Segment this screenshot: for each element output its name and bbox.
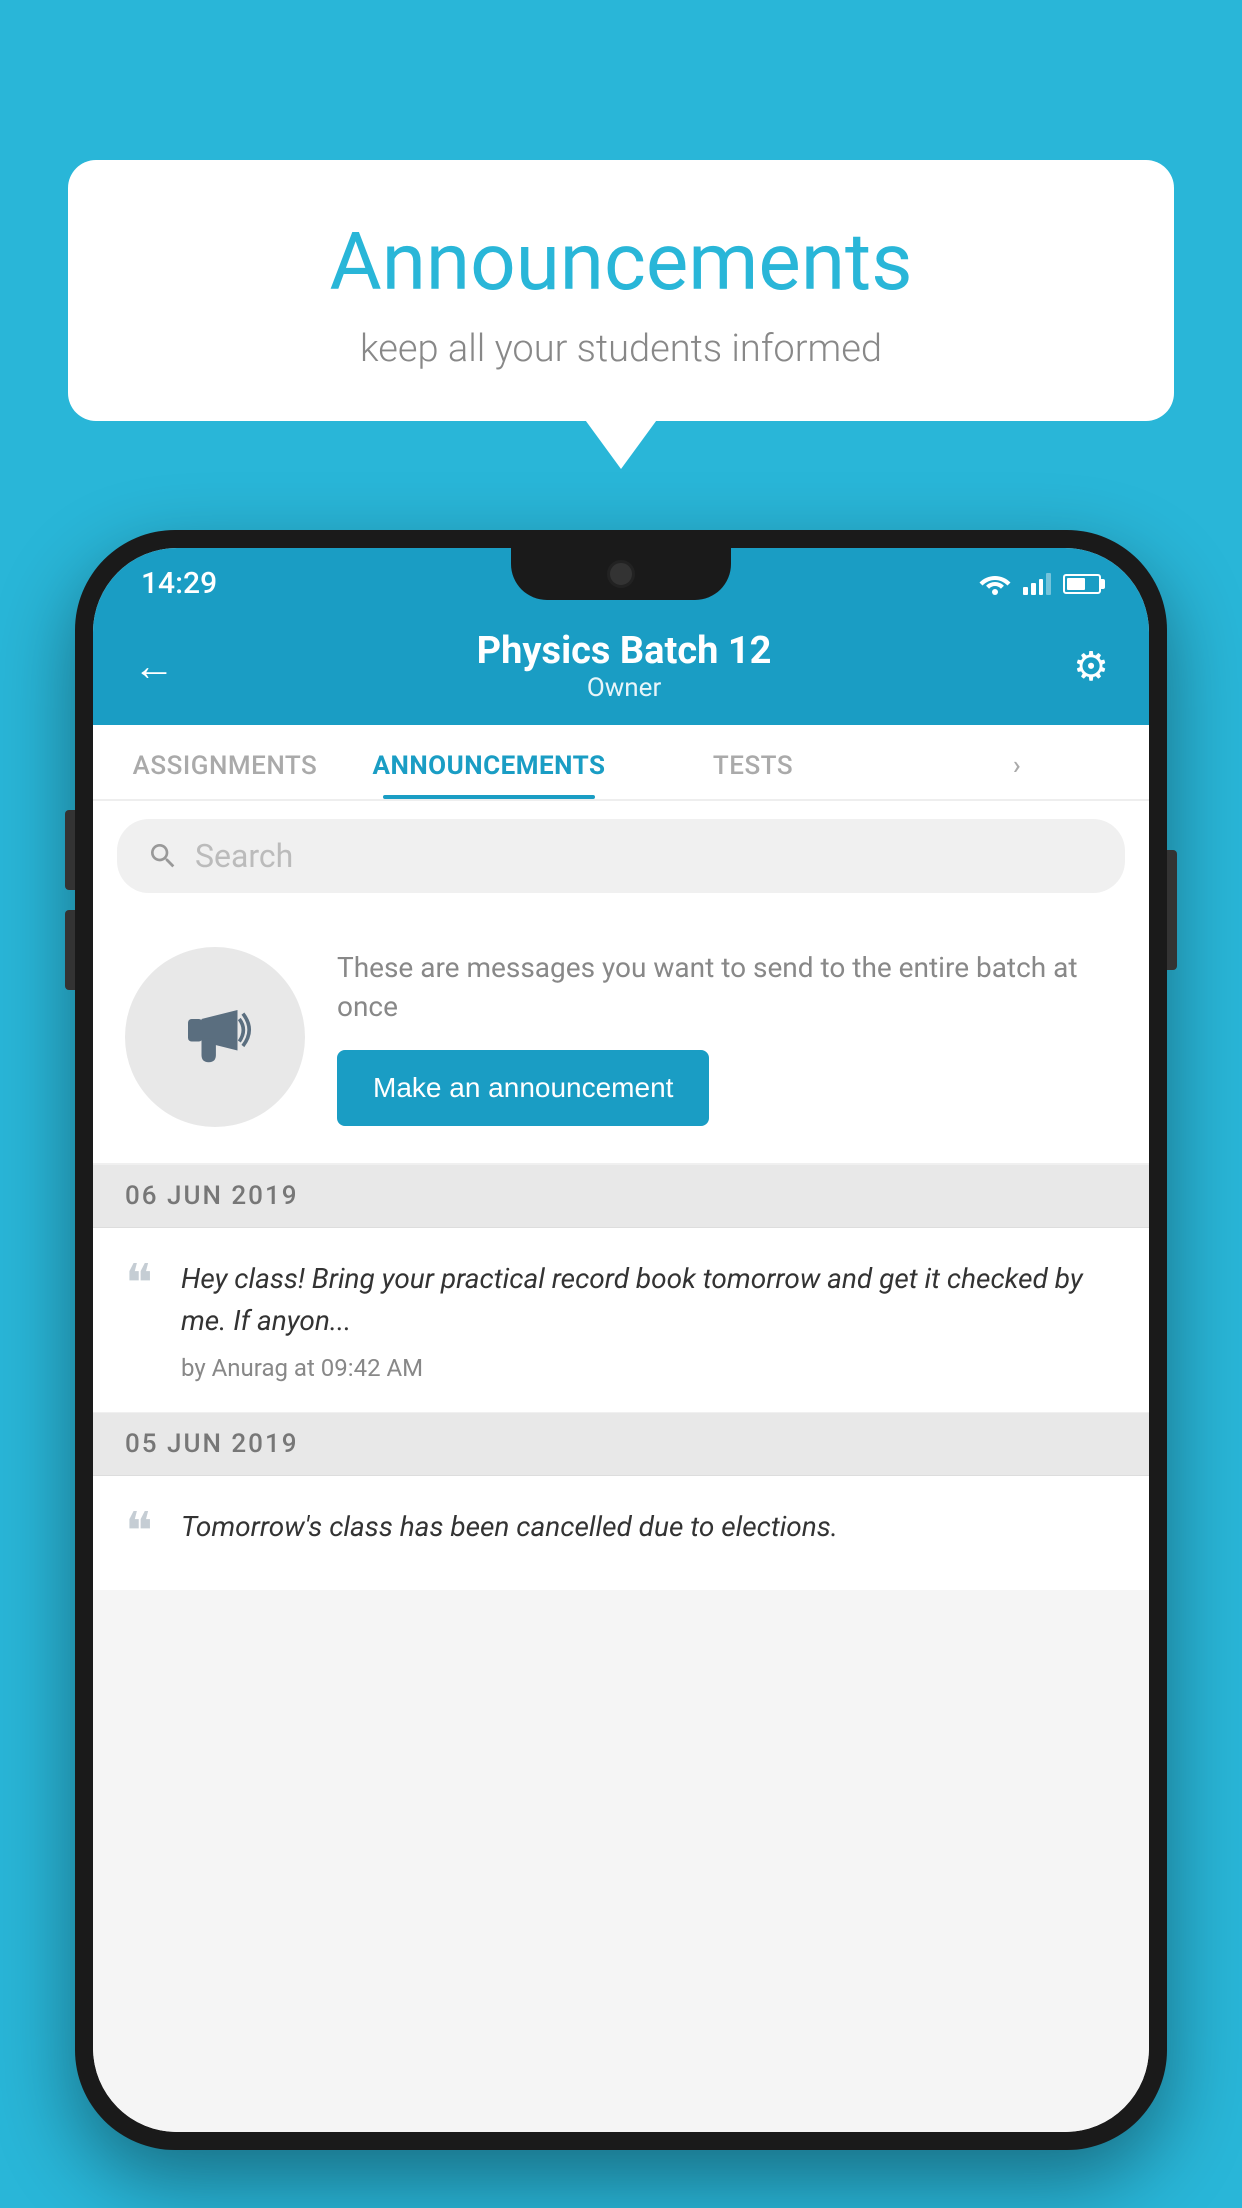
volume-down-button [65, 910, 75, 990]
announcement-text-2: Tomorrow's class has been cancelled due … [181, 1506, 1117, 1548]
settings-button[interactable]: ⚙ [1073, 643, 1109, 690]
app-header: ← Physics Batch 12 Owner ⚙ [93, 611, 1149, 725]
status-time: 14:29 [141, 566, 217, 601]
quote-icon-1: ❝ [125, 1264, 153, 1306]
announcement-item-1[interactable]: ❝ Hey class! Bring your practical record… [93, 1228, 1149, 1413]
speech-bubble-title: Announcements [128, 215, 1114, 309]
wifi-icon [979, 572, 1011, 596]
announcement-meta-1: by Anurag at 09:42 AM [181, 1354, 1117, 1382]
tab-assignments[interactable]: ASSIGNMENTS [93, 725, 357, 799]
search-placeholder: Search [195, 837, 293, 875]
search-bar-wrap: Search [93, 801, 1149, 911]
promo-block: These are messages you want to send to t… [93, 911, 1149, 1165]
phone-notch [511, 548, 731, 600]
megaphone-icon [170, 992, 260, 1082]
phone-outer: 14:29 [75, 530, 1167, 2150]
battery-fill [1067, 578, 1085, 590]
promo-icon-circle [125, 947, 305, 1127]
volume-up-button [65, 810, 75, 890]
front-camera [607, 560, 635, 588]
battery-icon [1063, 574, 1101, 594]
announcement-content-2: Tomorrow's class has been cancelled due … [181, 1506, 1117, 1560]
batch-subtitle: Owner [477, 673, 772, 703]
tab-announcements[interactable]: ANNOUNCEMENTS [357, 725, 621, 799]
promo-description: These are messages you want to send to t… [337, 948, 1117, 1026]
announcement-text-1: Hey class! Bring your practical record b… [181, 1258, 1117, 1342]
power-button [1167, 850, 1177, 970]
speech-bubble-container: Announcements keep all your students inf… [68, 160, 1174, 421]
announcement-content-1: Hey class! Bring your practical record b… [181, 1258, 1117, 1382]
promo-content: These are messages you want to send to t… [337, 948, 1117, 1126]
phone-mockup: 14:29 [75, 530, 1167, 2150]
back-button[interactable]: ← [133, 642, 175, 691]
tab-tests[interactable]: TESTS [621, 725, 885, 799]
speech-bubble: Announcements keep all your students inf… [68, 160, 1174, 421]
quote-icon-2: ❝ [125, 1512, 153, 1554]
batch-title: Physics Batch 12 [477, 629, 772, 673]
make-announcement-button[interactable]: Make an announcement [337, 1050, 709, 1126]
tab-more[interactable]: › [885, 725, 1149, 799]
header-title-wrap: Physics Batch 12 Owner [477, 629, 772, 703]
search-bar[interactable]: Search [117, 819, 1125, 893]
date-separator-2: 05 JUN 2019 [93, 1413, 1149, 1476]
content-area: Search [93, 801, 1149, 2132]
search-icon [147, 840, 179, 872]
announcement-item-2[interactable]: ❝ Tomorrow's class has been cancelled du… [93, 1476, 1149, 1590]
date-separator-1: 06 JUN 2019 [93, 1165, 1149, 1228]
signal-icon [1023, 573, 1051, 595]
tab-bar: ASSIGNMENTS ANNOUNCEMENTS TESTS › [93, 725, 1149, 801]
phone-screen: 14:29 [93, 548, 1149, 2132]
status-icons [979, 572, 1101, 596]
speech-bubble-subtitle: keep all your students informed [128, 327, 1114, 371]
